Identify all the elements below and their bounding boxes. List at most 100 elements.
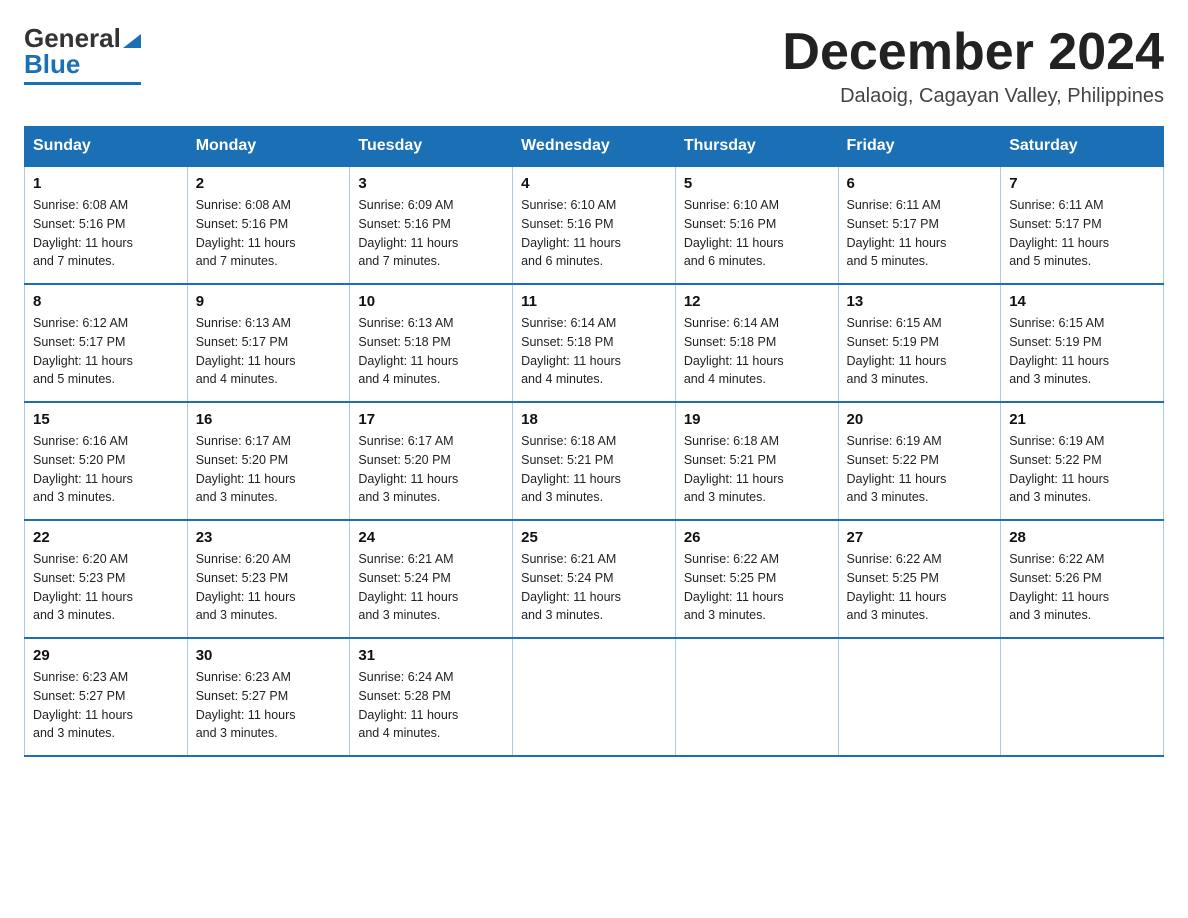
day-info: Sunrise: 6:24 AM Sunset: 5:28 PM Dayligh… bbox=[358, 668, 504, 743]
weekday-header-wednesday: Wednesday bbox=[513, 127, 676, 167]
calendar-cell: 11 Sunrise: 6:14 AM Sunset: 5:18 PM Dayl… bbox=[513, 284, 676, 402]
weekday-header-monday: Monday bbox=[187, 127, 350, 167]
day-info: Sunrise: 6:22 AM Sunset: 5:25 PM Dayligh… bbox=[684, 550, 830, 625]
day-info: Sunrise: 6:21 AM Sunset: 5:24 PM Dayligh… bbox=[521, 550, 667, 625]
day-info: Sunrise: 6:15 AM Sunset: 5:19 PM Dayligh… bbox=[847, 314, 993, 389]
day-number: 15 bbox=[33, 411, 179, 428]
day-number: 2 bbox=[196, 175, 342, 192]
day-info: Sunrise: 6:13 AM Sunset: 5:17 PM Dayligh… bbox=[196, 314, 342, 389]
day-info: Sunrise: 6:17 AM Sunset: 5:20 PM Dayligh… bbox=[196, 432, 342, 507]
day-number: 4 bbox=[521, 175, 667, 192]
day-info: Sunrise: 6:08 AM Sunset: 5:16 PM Dayligh… bbox=[33, 196, 179, 271]
day-number: 3 bbox=[358, 175, 504, 192]
day-info: Sunrise: 6:10 AM Sunset: 5:16 PM Dayligh… bbox=[521, 196, 667, 271]
day-number: 21 bbox=[1009, 411, 1155, 428]
day-info: Sunrise: 6:09 AM Sunset: 5:16 PM Dayligh… bbox=[358, 196, 504, 271]
day-info: Sunrise: 6:13 AM Sunset: 5:18 PM Dayligh… bbox=[358, 314, 504, 389]
calendar-cell: 27 Sunrise: 6:22 AM Sunset: 5:25 PM Dayl… bbox=[838, 520, 1001, 638]
logo: General Blue bbox=[24, 24, 141, 85]
day-info: Sunrise: 6:08 AM Sunset: 5:16 PM Dayligh… bbox=[196, 196, 342, 271]
calendar-cell: 2 Sunrise: 6:08 AM Sunset: 5:16 PM Dayli… bbox=[187, 166, 350, 284]
calendar-cell: 19 Sunrise: 6:18 AM Sunset: 5:21 PM Dayl… bbox=[675, 402, 838, 520]
day-info: Sunrise: 6:19 AM Sunset: 5:22 PM Dayligh… bbox=[1009, 432, 1155, 507]
calendar-week-row: 8 Sunrise: 6:12 AM Sunset: 5:17 PM Dayli… bbox=[25, 284, 1164, 402]
day-number: 27 bbox=[847, 529, 993, 546]
day-info: Sunrise: 6:18 AM Sunset: 5:21 PM Dayligh… bbox=[684, 432, 830, 507]
day-number: 30 bbox=[196, 647, 342, 664]
calendar-cell: 8 Sunrise: 6:12 AM Sunset: 5:17 PM Dayli… bbox=[25, 284, 188, 402]
calendar-cell: 29 Sunrise: 6:23 AM Sunset: 5:27 PM Dayl… bbox=[25, 638, 188, 756]
calendar-cell bbox=[1001, 638, 1164, 756]
day-number: 12 bbox=[684, 293, 830, 310]
day-info: Sunrise: 6:16 AM Sunset: 5:20 PM Dayligh… bbox=[33, 432, 179, 507]
weekday-header-sunday: Sunday bbox=[25, 127, 188, 167]
day-number: 25 bbox=[521, 529, 667, 546]
day-info: Sunrise: 6:22 AM Sunset: 5:26 PM Dayligh… bbox=[1009, 550, 1155, 625]
calendar-cell: 17 Sunrise: 6:17 AM Sunset: 5:20 PM Dayl… bbox=[350, 402, 513, 520]
day-info: Sunrise: 6:11 AM Sunset: 5:17 PM Dayligh… bbox=[847, 196, 993, 271]
day-number: 23 bbox=[196, 529, 342, 546]
day-number: 22 bbox=[33, 529, 179, 546]
day-number: 17 bbox=[358, 411, 504, 428]
day-info: Sunrise: 6:20 AM Sunset: 5:23 PM Dayligh… bbox=[33, 550, 179, 625]
day-number: 24 bbox=[358, 529, 504, 546]
calendar-cell: 3 Sunrise: 6:09 AM Sunset: 5:16 PM Dayli… bbox=[350, 166, 513, 284]
calendar-cell: 5 Sunrise: 6:10 AM Sunset: 5:16 PM Dayli… bbox=[675, 166, 838, 284]
logo-blue: Blue bbox=[24, 49, 80, 80]
day-info: Sunrise: 6:14 AM Sunset: 5:18 PM Dayligh… bbox=[684, 314, 830, 389]
day-info: Sunrise: 6:12 AM Sunset: 5:17 PM Dayligh… bbox=[33, 314, 179, 389]
day-number: 14 bbox=[1009, 293, 1155, 310]
weekday-header-tuesday: Tuesday bbox=[350, 127, 513, 167]
day-info: Sunrise: 6:14 AM Sunset: 5:18 PM Dayligh… bbox=[521, 314, 667, 389]
day-info: Sunrise: 6:18 AM Sunset: 5:21 PM Dayligh… bbox=[521, 432, 667, 507]
logo-underline bbox=[24, 82, 141, 85]
calendar-cell: 10 Sunrise: 6:13 AM Sunset: 5:18 PM Dayl… bbox=[350, 284, 513, 402]
day-info: Sunrise: 6:23 AM Sunset: 5:27 PM Dayligh… bbox=[33, 668, 179, 743]
day-info: Sunrise: 6:11 AM Sunset: 5:17 PM Dayligh… bbox=[1009, 196, 1155, 271]
calendar-cell: 14 Sunrise: 6:15 AM Sunset: 5:19 PM Dayl… bbox=[1001, 284, 1164, 402]
calendar-cell: 21 Sunrise: 6:19 AM Sunset: 5:22 PM Dayl… bbox=[1001, 402, 1164, 520]
header-title-block: December 2024 Dalaoig, Cagayan Valley, P… bbox=[782, 24, 1164, 108]
day-number: 26 bbox=[684, 529, 830, 546]
day-number: 28 bbox=[1009, 529, 1155, 546]
calendar-cell: 30 Sunrise: 6:23 AM Sunset: 5:27 PM Dayl… bbox=[187, 638, 350, 756]
calendar-table: SundayMondayTuesdayWednesdayThursdayFrid… bbox=[24, 126, 1164, 757]
calendar-cell: 6 Sunrise: 6:11 AM Sunset: 5:17 PM Dayli… bbox=[838, 166, 1001, 284]
day-info: Sunrise: 6:20 AM Sunset: 5:23 PM Dayligh… bbox=[196, 550, 342, 625]
weekday-header-friday: Friday bbox=[838, 127, 1001, 167]
day-number: 13 bbox=[847, 293, 993, 310]
calendar-cell: 25 Sunrise: 6:21 AM Sunset: 5:24 PM Dayl… bbox=[513, 520, 676, 638]
calendar-cell: 31 Sunrise: 6:24 AM Sunset: 5:28 PM Dayl… bbox=[350, 638, 513, 756]
calendar-cell: 9 Sunrise: 6:13 AM Sunset: 5:17 PM Dayli… bbox=[187, 284, 350, 402]
calendar-cell bbox=[513, 638, 676, 756]
calendar-cell: 22 Sunrise: 6:20 AM Sunset: 5:23 PM Dayl… bbox=[25, 520, 188, 638]
day-info: Sunrise: 6:19 AM Sunset: 5:22 PM Dayligh… bbox=[847, 432, 993, 507]
day-number: 10 bbox=[358, 293, 504, 310]
calendar-cell: 28 Sunrise: 6:22 AM Sunset: 5:26 PM Dayl… bbox=[1001, 520, 1164, 638]
calendar-cell bbox=[675, 638, 838, 756]
calendar-cell bbox=[838, 638, 1001, 756]
day-number: 20 bbox=[847, 411, 993, 428]
calendar-cell: 4 Sunrise: 6:10 AM Sunset: 5:16 PM Dayli… bbox=[513, 166, 676, 284]
calendar-cell: 24 Sunrise: 6:21 AM Sunset: 5:24 PM Dayl… bbox=[350, 520, 513, 638]
day-number: 19 bbox=[684, 411, 830, 428]
day-number: 1 bbox=[33, 175, 179, 192]
month-title: December 2024 bbox=[782, 24, 1164, 81]
calendar-week-row: 1 Sunrise: 6:08 AM Sunset: 5:16 PM Dayli… bbox=[25, 166, 1164, 284]
day-number: 8 bbox=[33, 293, 179, 310]
calendar-cell: 16 Sunrise: 6:17 AM Sunset: 5:20 PM Dayl… bbox=[187, 402, 350, 520]
day-number: 7 bbox=[1009, 175, 1155, 192]
day-number: 29 bbox=[33, 647, 179, 664]
calendar-cell: 1 Sunrise: 6:08 AM Sunset: 5:16 PM Dayli… bbox=[25, 166, 188, 284]
day-number: 16 bbox=[196, 411, 342, 428]
calendar-cell: 7 Sunrise: 6:11 AM Sunset: 5:17 PM Dayli… bbox=[1001, 166, 1164, 284]
day-info: Sunrise: 6:15 AM Sunset: 5:19 PM Dayligh… bbox=[1009, 314, 1155, 389]
calendar-week-row: 29 Sunrise: 6:23 AM Sunset: 5:27 PM Dayl… bbox=[25, 638, 1164, 756]
calendar-cell: 15 Sunrise: 6:16 AM Sunset: 5:20 PM Dayl… bbox=[25, 402, 188, 520]
day-number: 9 bbox=[196, 293, 342, 310]
day-number: 18 bbox=[521, 411, 667, 428]
weekday-header-saturday: Saturday bbox=[1001, 127, 1164, 167]
day-number: 5 bbox=[684, 175, 830, 192]
day-number: 31 bbox=[358, 647, 504, 664]
day-number: 11 bbox=[521, 293, 667, 310]
